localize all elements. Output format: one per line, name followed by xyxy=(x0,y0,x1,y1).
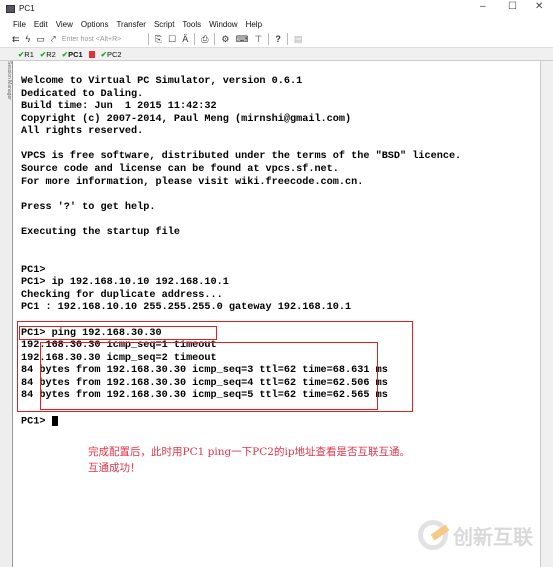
lightning-icon[interactable]: ϟ xyxy=(26,34,31,44)
highlight-box-replies xyxy=(40,342,378,410)
annotation: 完成配置后，此时用PC1 ping一下PC2的ip地址查看是否互联互通。 互通成… xyxy=(88,444,410,476)
terminal-line: PC1 : 192.168.10.10 255.255.255.0 gatewa… xyxy=(21,302,352,314)
log-icon[interactable]: ▤ xyxy=(294,34,303,45)
terminal-line: Build time: Jun 1 2015 11:42:32 xyxy=(21,101,217,113)
menu-edit[interactable]: Edit xyxy=(34,20,48,29)
terminal-line: Copyright (c) 2007-2014, Paul Meng (mirn… xyxy=(21,113,352,125)
terminal-line: VPCS is free software, distributed under… xyxy=(21,151,462,163)
menu-file[interactable]: File xyxy=(13,20,26,29)
separator xyxy=(214,33,216,45)
terminal-line: For more information, please visit wiki.… xyxy=(21,176,364,188)
minimize-button[interactable]: – xyxy=(480,1,486,12)
session-tabs: ✔R1 ✔R2 ✔PC1 ✔PC2 xyxy=(0,47,553,61)
connect-icon[interactable]: ⇇ xyxy=(12,34,20,45)
close-tab-icon[interactable] xyxy=(88,50,95,58)
copy-icon[interactable]: ⎘ xyxy=(155,34,162,45)
terminal[interactable]: Welcome to Virtual PC Simulator, version… xyxy=(14,61,539,567)
separator xyxy=(147,33,149,45)
separator xyxy=(194,33,196,45)
separator xyxy=(286,33,288,45)
host-input[interactable]: Enter host <Alt+R> xyxy=(62,36,142,43)
print-icon[interactable]: ⎙ xyxy=(201,34,208,45)
app-icon xyxy=(6,4,15,13)
highlight-box-command xyxy=(19,326,217,340)
tab-r1[interactable]: ✔R1 xyxy=(18,50,34,59)
menu-bar: File Edit View Options Transfer Script T… xyxy=(0,17,553,31)
menu-view[interactable]: View xyxy=(56,20,73,29)
filter-icon[interactable]: ⊤ xyxy=(254,34,262,45)
terminal-line: PC1> xyxy=(21,264,46,276)
tab-pc2[interactable]: ✔PC2 xyxy=(101,50,122,59)
close-button[interactable]: ✕ xyxy=(535,1,543,12)
cursor xyxy=(51,415,58,426)
terminal-line: All rights reserved. xyxy=(21,126,144,138)
keymap-icon[interactable]: ⌨ xyxy=(235,34,248,45)
title-bar: PC1 – ☐ ✕ xyxy=(0,0,553,17)
logo-icon xyxy=(418,520,448,550)
terminal-line: Source code and license can be found at … xyxy=(21,164,339,176)
watermark-logo: 创新互联 xyxy=(418,520,533,550)
annotation-line: 完成配置后，此时用PC1 ping一下PC2的ip地址查看是否互联互通。 xyxy=(88,446,411,458)
terminal-line: Welcome to Virtual PC Simulator, version… xyxy=(21,76,303,87)
terminal-line: PC1> ip 192.168.10.10 192.168.10.1 xyxy=(21,277,229,289)
menu-options[interactable]: Options xyxy=(81,20,109,29)
terminal-line: Executing the startup file xyxy=(21,226,180,238)
terminal-line: Checking for duplicate address... xyxy=(21,289,223,301)
tab-r2[interactable]: ✔R2 xyxy=(40,50,56,59)
disconnect-icon[interactable]: ⤤ xyxy=(51,34,56,45)
help-icon[interactable]: ? xyxy=(275,34,281,44)
paste-icon[interactable]: ☐ xyxy=(168,34,176,45)
terminal-line: PC1> xyxy=(21,415,461,429)
scrollbar[interactable] xyxy=(540,61,553,567)
window-title: PC1 xyxy=(19,4,35,13)
menu-transfer[interactable]: Transfer xyxy=(116,20,146,29)
session-manager-panel[interactable]: Session Manager xyxy=(0,61,13,567)
annotation-line: 互通成功！ xyxy=(88,462,141,474)
separator xyxy=(268,33,270,45)
settings-icon[interactable]: ⚙ xyxy=(221,34,229,45)
find-icon[interactable]: Ä xyxy=(182,34,188,44)
tab-pc1[interactable]: ✔PC1 xyxy=(62,50,83,59)
terminal-line: Dedicated to Daling. xyxy=(21,88,144,100)
maximize-button[interactable]: ☐ xyxy=(508,1,517,12)
reconnect-icon[interactable]: ▭ xyxy=(36,34,45,45)
toolbar: ⇇ ϟ ▭ ⤤ Enter host <Alt+R> ⎘ ☐ Ä ⎙ ⚙ ⌨ ⊤… xyxy=(0,31,553,47)
menu-tools[interactable]: Tools xyxy=(182,20,201,29)
menu-window[interactable]: Window xyxy=(209,20,237,29)
menu-script[interactable]: Script xyxy=(154,20,174,29)
menu-help[interactable]: Help xyxy=(246,20,262,29)
terminal-line: Press '?' to get help. xyxy=(21,201,156,213)
